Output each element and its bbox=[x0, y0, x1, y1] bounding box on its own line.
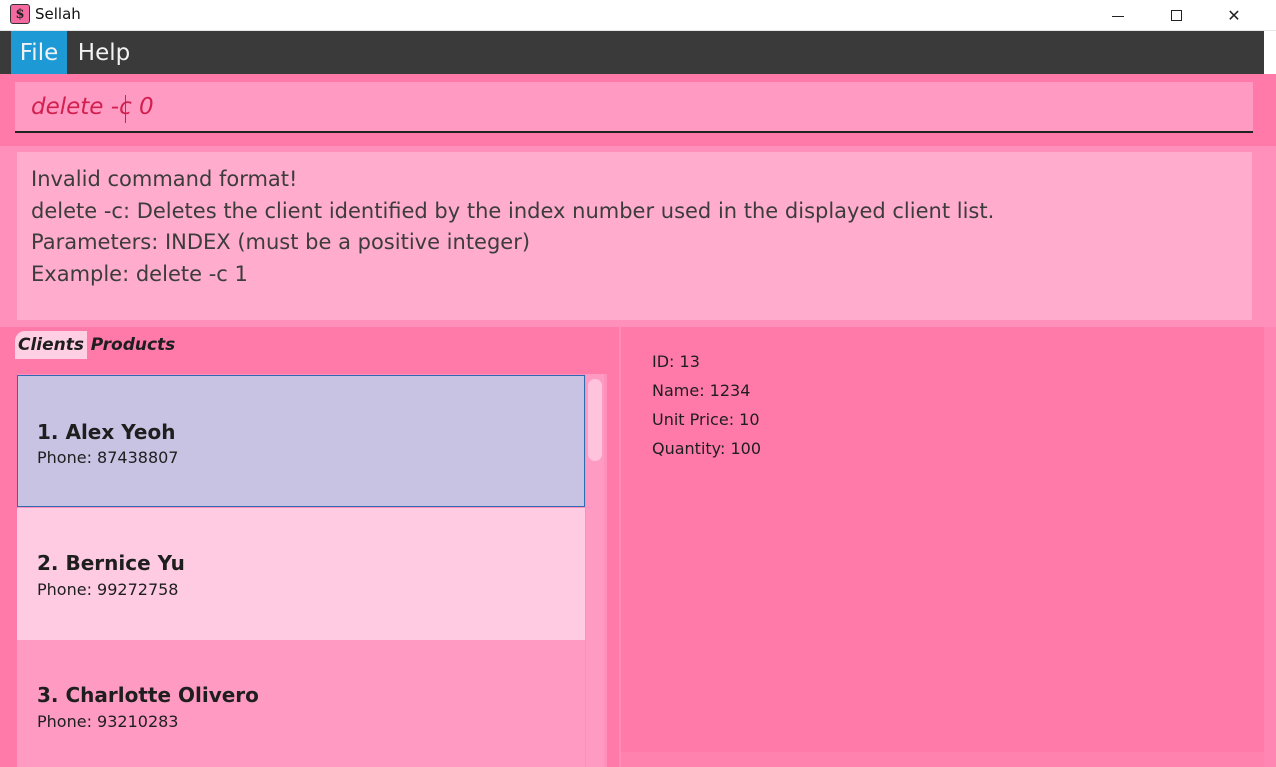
result-area: Invalid command format! delete -c: Delet… bbox=[0, 146, 1276, 327]
minimize-icon bbox=[1112, 16, 1124, 17]
minimize-button[interactable] bbox=[1095, 0, 1141, 31]
client-phone: Phone: 99272758 bbox=[37, 580, 179, 599]
client-list-item[interactable]: 2. Bernice Yu Phone: 99272758 bbox=[17, 508, 585, 640]
close-button[interactable]: ✕ bbox=[1211, 0, 1257, 31]
scrollbar-thumb[interactable] bbox=[588, 379, 602, 461]
title-bar: $ Sellah ✕ bbox=[0, 0, 1276, 31]
detail-unit-price: Unit Price: 10 bbox=[652, 410, 760, 429]
right-edge bbox=[1264, 327, 1276, 767]
text-cursor bbox=[125, 95, 126, 123]
maximize-icon bbox=[1170, 10, 1182, 21]
menu-help[interactable]: Help bbox=[71, 31, 137, 74]
client-list-item[interactable]: 1. Alex Yeoh Phone: 87438807 bbox=[17, 375, 585, 507]
close-icon: ✕ bbox=[1227, 6, 1241, 25]
menubar-edge bbox=[1264, 31, 1276, 74]
result-line: Parameters: INDEX (must be a positive in… bbox=[31, 230, 531, 254]
client-name: 2. Bernice Yu bbox=[37, 551, 185, 575]
client-phone: Phone: 93210283 bbox=[37, 712, 179, 731]
app-window: $ Sellah ✕ File Help Invalid command for… bbox=[0, 0, 1276, 767]
result-line: Example: delete -c 1 bbox=[31, 261, 248, 286]
detail-id: ID: 13 bbox=[652, 352, 700, 371]
client-phone: Phone: 87438807 bbox=[37, 448, 179, 467]
maximize-button[interactable] bbox=[1153, 0, 1199, 31]
command-area bbox=[0, 74, 1276, 146]
client-list[interactable]: 1. Alex Yeoh Phone: 87438807 2. Bernice … bbox=[17, 374, 607, 767]
client-list-item[interactable]: 3. Charlotte Olivero Phone: 93210283 bbox=[17, 640, 585, 767]
detail-quantity: Quantity: 100 bbox=[652, 439, 761, 458]
window-title: Sellah bbox=[35, 5, 81, 23]
menu-bar: File Help bbox=[0, 31, 1276, 74]
client-name: 1. Alex Yeoh bbox=[37, 420, 176, 444]
client-name: 3. Charlotte Olivero bbox=[37, 683, 259, 707]
detail-name: Name: 1234 bbox=[652, 381, 751, 400]
status-strip bbox=[621, 752, 1264, 767]
dollar-icon: $ bbox=[10, 4, 30, 24]
command-input[interactable] bbox=[15, 82, 1253, 133]
detail-pane: ID: 13 Name: 1234 Unit Price: 10 Quantit… bbox=[621, 327, 1276, 767]
result-line: Invalid command format! bbox=[31, 167, 298, 191]
result-display: Invalid command format! delete -c: Delet… bbox=[17, 152, 1252, 320]
menu-file[interactable]: File bbox=[11, 31, 67, 74]
list-pane: Clients Products 1. Alex Yeoh Phone: 874… bbox=[0, 327, 619, 767]
result-line: delete -c: Deletes the client identified… bbox=[31, 198, 995, 223]
tab-products[interactable]: Products bbox=[91, 331, 176, 359]
tab-clients[interactable]: Clients bbox=[15, 331, 87, 359]
